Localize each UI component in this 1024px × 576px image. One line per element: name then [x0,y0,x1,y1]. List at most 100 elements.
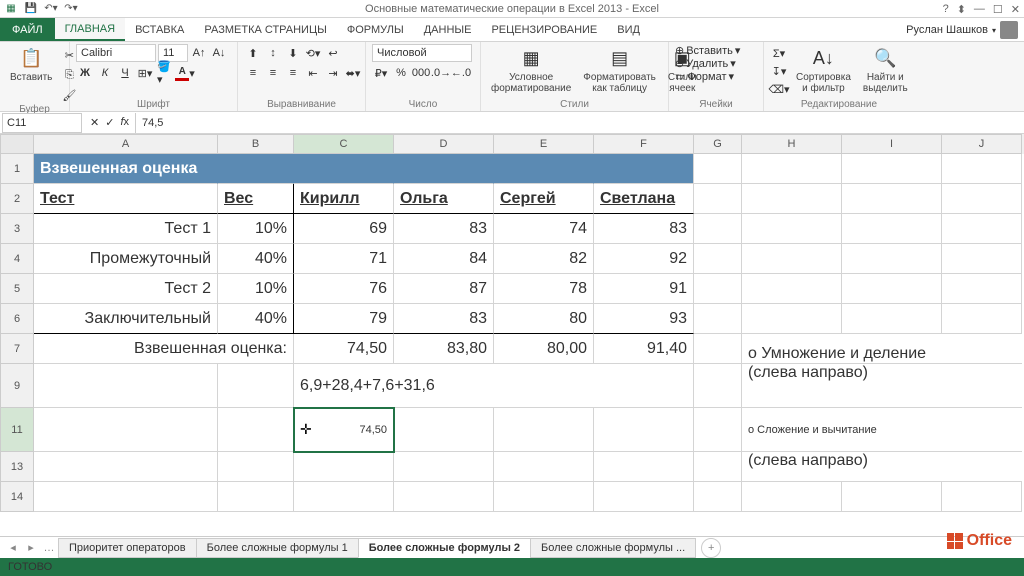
bold-icon[interactable]: Ж [76,64,94,82]
comma-icon[interactable]: 000 [412,64,430,82]
col-I[interactable]: I [842,134,942,154]
cell-E6[interactable]: 80 [494,304,594,334]
inc-decimal-icon[interactable]: .0→ [432,64,450,82]
row-6[interactable]: 6 [0,304,34,334]
sheet-nav-more[interactable]: … [40,539,58,557]
col-E[interactable]: E [494,134,594,154]
name-box[interactable]: C11 [2,113,82,133]
cell-H7[interactable]: o Умножение и деление [742,334,1022,364]
tab-view[interactable]: ВИД [607,18,650,41]
cell-D6[interactable]: 83 [394,304,494,334]
cell-B1[interactable] [218,154,294,184]
add-sheet-button[interactable]: + [701,538,721,558]
col-B[interactable]: B [218,134,294,154]
sort-filter-button[interactable]: A↓Сортировка и фильтр [792,44,855,96]
cell-I2[interactable] [842,184,942,214]
minimize-icon[interactable]: — [974,3,985,15]
format-cells-button[interactable]: ▭Формат▾ [675,70,734,83]
cell-H13[interactable]: (слева направо) [742,452,1022,482]
redo-icon[interactable]: ↷▾ [64,2,78,16]
cell-D4[interactable]: 84 [394,244,494,274]
cell-I1[interactable] [842,154,942,184]
row-11[interactable]: 11 [0,408,34,452]
cell-C9[interactable]: 6,9+28,4+7,6+31,6 [294,364,594,408]
cell-C6[interactable]: 79 [294,304,394,334]
cell-B4[interactable]: 40% [218,244,294,274]
indent-dec-icon[interactable]: ⇤ [304,64,322,82]
cell-A6[interactable]: Заключительный [34,304,218,334]
cell-J1[interactable] [942,154,1022,184]
align-middle-icon[interactable]: ↕ [264,44,282,62]
cell-D2[interactable]: Ольга [394,184,494,214]
cancel-formula-icon[interactable]: ✕ [90,116,99,129]
cell-A2[interactable]: Тест [34,184,218,214]
border-icon[interactable]: ⊞▾ [136,64,154,82]
tab-data[interactable]: ДАННЫЕ [414,18,482,41]
cell-F1[interactable] [594,154,694,184]
row-4[interactable]: 4 [0,244,34,274]
row-1[interactable]: 1 [0,154,34,184]
cell-F2[interactable]: Светлана [594,184,694,214]
cell-E1[interactable] [494,154,594,184]
cell-C5[interactable]: 76 [294,274,394,304]
cell-A4[interactable]: Промежуточный [34,244,218,274]
user-account[interactable]: Руслан Шашков▾ [906,18,1018,42]
cell-C7[interactable]: 74,50 [294,334,394,364]
paste-button[interactable]: 📋 Вставить [6,44,56,85]
worksheet-grid[interactable]: A B C D E F G H I J 1 2 3 4 5 6 7 9 11 1… [0,134,1024,514]
save-icon[interactable]: 💾 [24,2,38,16]
cell-B2[interactable]: Вес [218,184,294,214]
formula-input[interactable]: 74,5 [135,113,1024,133]
cell-F3[interactable]: 83 [594,214,694,244]
cells-area[interactable]: Взвешенная оценка Тест Вес Кирилл Ольга … [34,154,1022,514]
number-format-combo[interactable]: Числовой [372,44,472,62]
fx-icon[interactable]: fx [120,116,129,129]
cell-B5[interactable]: 10% [218,274,294,304]
sheet-nav-prev[interactable]: ◂ [4,539,22,557]
tab-home[interactable]: ГЛАВНАЯ [55,18,125,41]
cell-H9[interactable]: (слева направо) [742,364,1022,408]
cell-F7[interactable]: 91,40 [594,334,694,364]
select-all-corner[interactable] [0,134,34,154]
tab-insert[interactable]: ВСТАВКА [125,18,194,41]
align-top-icon[interactable]: ⬆ [244,44,262,62]
fill-color-icon[interactable]: 🪣▾ [156,64,174,82]
col-C[interactable]: C [294,134,394,154]
cell-H2[interactable] [742,184,842,214]
align-center-icon[interactable]: ≡ [264,64,282,82]
cell-F6[interactable]: 93 [594,304,694,334]
col-D[interactable]: D [394,134,494,154]
cell-A5[interactable]: Тест 2 [34,274,218,304]
col-H[interactable]: H [742,134,842,154]
cell-F4[interactable]: 92 [594,244,694,274]
row-9[interactable]: 9 [0,364,34,408]
maximize-icon[interactable]: ☐ [993,3,1003,16]
cell-D3[interactable]: 83 [394,214,494,244]
tab-file[interactable]: ФАЙЛ [0,18,55,41]
insert-cells-button[interactable]: ⊕Вставить▾ [675,44,740,57]
cell-F5[interactable]: 91 [594,274,694,304]
cell-E4[interactable]: 82 [494,244,594,274]
row-13[interactable]: 13 [0,452,34,482]
col-A[interactable]: A [34,134,218,154]
align-right-icon[interactable]: ≡ [284,64,302,82]
close-icon[interactable]: ✕ [1011,3,1020,16]
cell-G2[interactable] [694,184,742,214]
row-2[interactable]: 2 [0,184,34,214]
cell-E3[interactable]: 74 [494,214,594,244]
fill-icon[interactable]: ↧▾ [770,62,788,80]
row-3[interactable]: 3 [0,214,34,244]
indent-inc-icon[interactable]: ⇥ [324,64,342,82]
cell-H11[interactable]: o Сложение и вычитание [742,408,1022,452]
row-14[interactable]: 14 [0,482,34,512]
cell-B6[interactable]: 40% [218,304,294,334]
cell-H1[interactable] [742,154,842,184]
underline-icon[interactable]: Ч [116,64,134,82]
tab-page-layout[interactable]: РАЗМЕТКА СТРАНИЦЫ [194,18,336,41]
currency-icon[interactable]: ₽▾ [372,64,390,82]
cell-E5[interactable]: 78 [494,274,594,304]
help-icon[interactable]: ? [943,3,949,15]
cell-D1[interactable] [394,154,494,184]
col-F[interactable]: F [594,134,694,154]
cell-C3[interactable]: 69 [294,214,394,244]
